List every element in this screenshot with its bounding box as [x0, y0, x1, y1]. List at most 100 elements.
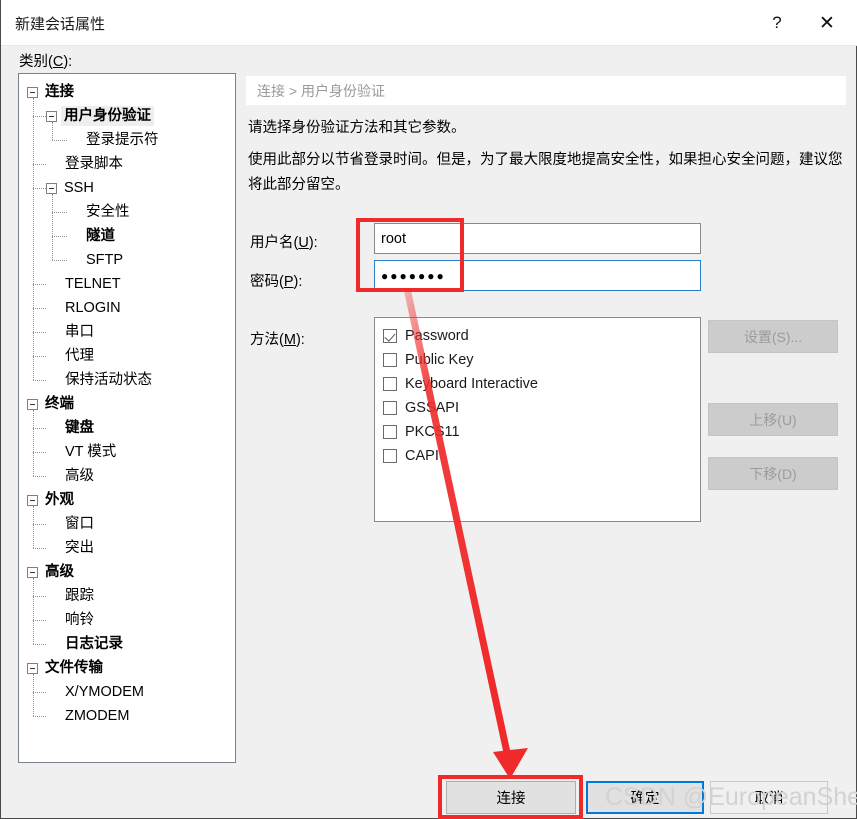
- auth-method-row[interactable]: CAPI: [383, 444, 700, 468]
- tree-item[interactable]: 串口: [19, 320, 235, 344]
- checkbox-icon[interactable]: [383, 425, 397, 439]
- collapse-icon[interactable]: [27, 566, 38, 578]
- tree-guide-line: [33, 116, 46, 117]
- ok-button[interactable]: 确定: [586, 781, 704, 814]
- tree-guide-line: [33, 332, 46, 333]
- tree-item-label: VT 模式: [65, 444, 117, 460]
- tree-item-label: RLOGIN: [65, 300, 121, 316]
- checkbox-icon[interactable]: [383, 401, 397, 415]
- tree-guide-line: [33, 716, 46, 717]
- tree-item-label: 窗口: [65, 516, 94, 532]
- tree-guide-line: [52, 260, 67, 261]
- auth-method-list[interactable]: Password Public Key Keyboard Interactive GS…: [374, 317, 701, 522]
- category-label-suffix: ):: [63, 54, 73, 70]
- tree-item-label: 突出: [65, 540, 94, 556]
- tree-item-label: 日志记录: [65, 636, 123, 652]
- collapse-icon[interactable]: [46, 110, 57, 122]
- tree-item-label: 安全性: [86, 204, 130, 220]
- auth-method-row[interactable]: GSSAPI: [383, 396, 700, 420]
- close-icon: ✕: [819, 12, 835, 34]
- tree-item-label: 保持活动状态: [65, 372, 152, 388]
- tree-item[interactable]: ZMODEM: [19, 704, 235, 728]
- tree-item-label: 隧道: [86, 228, 115, 244]
- tree-item[interactable]: 文件传输: [19, 656, 235, 680]
- password-input[interactable]: ●●●●●●●: [374, 260, 701, 291]
- tree-guide-line: [33, 380, 46, 381]
- tree-item[interactable]: RLOGIN: [19, 296, 235, 320]
- collapse-icon[interactable]: [27, 86, 38, 98]
- category-label-prefix: 类别(: [19, 54, 53, 70]
- tree-item[interactable]: 终端: [19, 392, 235, 416]
- close-button[interactable]: ✕: [804, 0, 850, 46]
- tree-item[interactable]: 高级: [19, 464, 235, 488]
- tree-item-label: 外观: [45, 492, 74, 508]
- tree-item-label: X/YMODEM: [65, 684, 144, 700]
- tree-item[interactable]: 高级: [19, 560, 235, 584]
- tree-item-label: 响铃: [65, 612, 94, 628]
- tree-item[interactable]: 跟踪: [19, 584, 235, 608]
- tree-guide-line: [33, 308, 46, 309]
- tree-item[interactable]: 突出: [19, 536, 235, 560]
- tree-guide-line: [33, 524, 46, 525]
- tree-guide-line: [52, 194, 53, 260]
- category-tree[interactable]: 连接 用户身份验证 登录提示符 登录脚本 SSH 安全性 隧道 SFTP TELNET RLOGI…: [18, 73, 236, 763]
- tree-guide-line: [33, 596, 46, 597]
- auth-method-label: PKCS11: [405, 424, 460, 440]
- checkbox-icon[interactable]: [383, 377, 397, 391]
- connect-button[interactable]: 连接: [446, 781, 576, 814]
- window-title: 新建会话属性: [15, 16, 106, 33]
- tree-item-label: TELNET: [65, 276, 121, 292]
- tree-guide-line: [33, 692, 46, 693]
- tree-item[interactable]: 日志记录: [19, 632, 235, 656]
- tree-guide-line: [33, 476, 46, 477]
- collapse-icon[interactable]: [27, 662, 38, 674]
- tree-item-label: 登录脚本: [65, 156, 123, 172]
- tree-item[interactable]: TELNET: [19, 272, 235, 296]
- cancel-button[interactable]: 取消: [710, 781, 828, 814]
- tree-guide-line: [33, 506, 34, 548]
- tree-item[interactable]: 窗口: [19, 512, 235, 536]
- tree-item[interactable]: 代理: [19, 344, 235, 368]
- tree-item-label: SFTP: [86, 252, 124, 268]
- category-tree-inner: 连接 用户身份验证 登录提示符 登录脚本 SSH 安全性 隧道 SFTP TELNET RLOGI…: [19, 74, 235, 728]
- tree-item[interactable]: VT 模式: [19, 440, 235, 464]
- category-label-accesskey: C: [52, 54, 64, 70]
- help-button[interactable]: ?: [754, 0, 800, 46]
- tree-guide-line: [33, 164, 46, 165]
- description-line-2: 使用此部分以节省登录时间。但是，为了最大限度地提高安全性，如果担心安全问题，建议…: [248, 152, 843, 193]
- collapse-icon[interactable]: [27, 398, 38, 410]
- collapse-icon[interactable]: [46, 182, 57, 194]
- tree-item[interactable]: 外观: [19, 488, 235, 512]
- checkbox-checked-icon[interactable]: [383, 329, 397, 343]
- tree-item[interactable]: 登录脚本: [19, 152, 235, 176]
- auth-method-row[interactable]: Public Key: [383, 348, 700, 372]
- tree-item[interactable]: 保持活动状态: [19, 368, 235, 392]
- checkbox-icon[interactable]: [383, 353, 397, 367]
- auth-method-row[interactable]: Password: [383, 324, 700, 348]
- move-up-button[interactable]: 上移(U): [708, 403, 838, 436]
- tree-item[interactable]: X/YMODEM: [19, 680, 235, 704]
- checkbox-icon[interactable]: [383, 449, 397, 463]
- tree-item[interactable]: 连接: [19, 80, 235, 104]
- auth-method-row[interactable]: PKCS11: [383, 420, 700, 444]
- tree-guide-line: [33, 428, 46, 429]
- auth-method-label: Password: [405, 328, 469, 344]
- username-label: 用户名(U):: [250, 235, 318, 251]
- auth-method-label: Public Key: [405, 352, 474, 368]
- tree-guide-line: [33, 452, 46, 453]
- title-bar: 新建会话属性 ? ✕: [1, 0, 857, 46]
- settings-button[interactable]: 设置(S)...: [708, 320, 838, 353]
- tree-item[interactable]: 响铃: [19, 608, 235, 632]
- category-label: 类别(C):: [19, 50, 72, 71]
- description-line-1: 请选择身份验证方法和其它参数。: [248, 120, 466, 136]
- tree-guide-line: [33, 188, 46, 189]
- auth-method-row[interactable]: Keyboard Interactive: [383, 372, 700, 396]
- move-down-button[interactable]: 下移(D): [708, 457, 838, 490]
- auth-method-label: CAPI: [405, 448, 439, 464]
- tree-item-label: 键盘: [65, 420, 94, 436]
- collapse-icon[interactable]: [27, 494, 38, 506]
- password-label: 密码(P):: [250, 274, 303, 290]
- username-input[interactable]: root: [374, 223, 701, 254]
- tree-item-label: 连接: [45, 84, 74, 100]
- tree-item[interactable]: 键盘: [19, 416, 235, 440]
